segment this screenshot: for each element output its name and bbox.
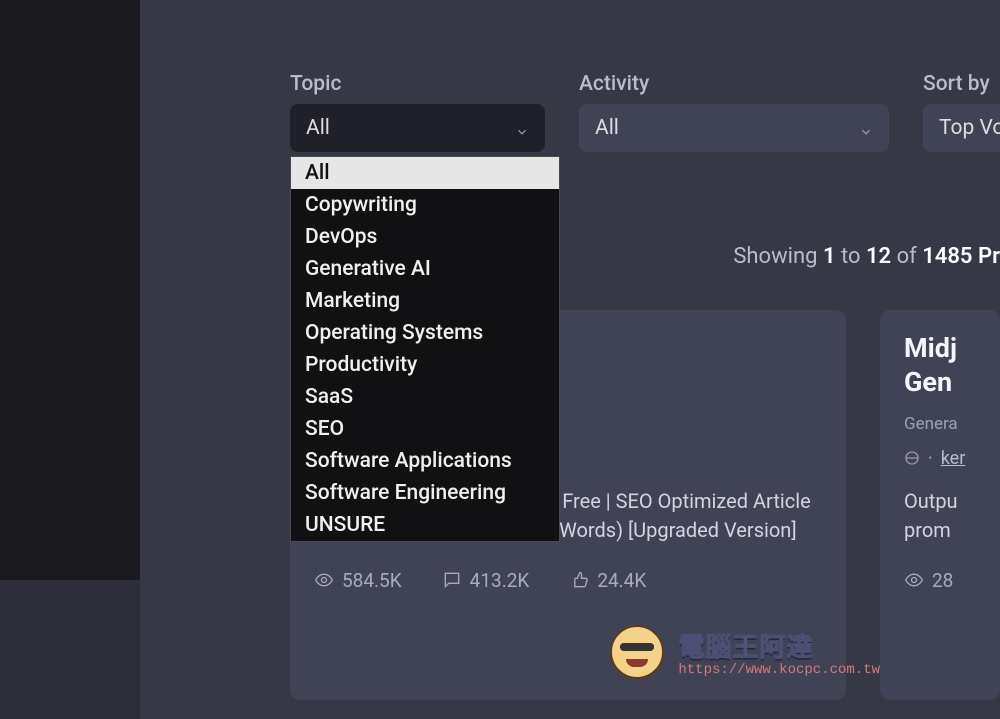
topic-option-software-applications[interactable]: Software Applications — [291, 445, 559, 477]
side-category: Genera — [904, 414, 976, 434]
result-to: 12 — [866, 244, 891, 269]
side-desc-l1: Outpu — [904, 489, 958, 513]
result-suffix: Pr — [973, 244, 1000, 269]
result-total: 1485 — [922, 244, 972, 269]
activity-label: Activity — [579, 72, 889, 96]
globe-icon — [904, 450, 920, 466]
views-value: 584.5K — [342, 569, 402, 592]
views-stat: 584.5K — [314, 569, 402, 592]
topic-option-productivity[interactable]: Productivity — [291, 349, 559, 381]
topic-option-unsure[interactable]: UNSURE — [291, 509, 559, 541]
comments-value: 413.2K — [470, 569, 530, 592]
activity-select-value: All — [595, 116, 619, 140]
side-title: Midj Gen — [904, 332, 976, 400]
side-desc-l2: prom — [904, 518, 951, 542]
result-mid: to — [836, 244, 866, 269]
filter-sort: Sort by Top Vote — [923, 72, 1000, 152]
result-from: 1 — [823, 244, 836, 269]
topic-dropdown[interactable]: All Copywriting DevOps Generative AI Mar… — [290, 156, 560, 542]
sort-select-value: Top Vote — [939, 116, 1000, 140]
side-sep: · — [928, 448, 933, 469]
chat-icon — [442, 570, 462, 590]
side-meta: · ker — [904, 448, 976, 469]
result-of: of — [891, 244, 922, 269]
likes-value: 24.4K — [597, 569, 646, 592]
sort-select[interactable]: Top Vote — [923, 104, 1000, 152]
topic-select-value: All — [306, 116, 330, 140]
topic-option-operating-systems[interactable]: Operating Systems — [291, 317, 559, 349]
result-prefix: Showing — [733, 244, 823, 269]
comments-stat: 413.2K — [442, 569, 530, 592]
side-author[interactable]: ker — [941, 448, 966, 469]
sort-label: Sort by — [923, 72, 1000, 96]
activity-select[interactable]: All — [579, 104, 889, 152]
topic-option-generative-ai[interactable]: Generative AI — [291, 253, 559, 285]
eye-icon — [314, 570, 334, 590]
filter-activity: Activity All — [579, 72, 889, 152]
side-title-l1: Midj — [904, 332, 957, 364]
filter-bar: Topic All All Copywriting DevOps Generat… — [290, 72, 1000, 152]
prompt-stats: 584.5K 413.2K 24.4K — [314, 569, 822, 592]
likes-stat: 24.4K — [569, 569, 646, 592]
topic-select[interactable]: All — [290, 104, 545, 152]
topic-option-devops[interactable]: DevOps — [291, 221, 559, 253]
filter-topic: Topic All All Copywriting DevOps Generat… — [290, 72, 545, 152]
chevron-down-icon — [859, 121, 873, 135]
topic-label: Topic — [290, 72, 545, 96]
topic-option-all[interactable]: All — [291, 157, 559, 189]
topic-option-marketing[interactable]: Marketing — [291, 285, 559, 317]
topic-option-saas[interactable]: SaaS — [291, 381, 559, 413]
prompt-card-side[interactable]: Midj Gen Genera · ker Outpu prom — [880, 310, 1000, 700]
eye-icon — [904, 570, 924, 590]
left-sidebar — [0, 0, 140, 580]
thumbs-up-icon — [569, 570, 589, 590]
result-count: Showing 1 to 12 of 1485 Pr — [733, 244, 1000, 269]
topic-option-software-engineering[interactable]: Software Engineering — [291, 477, 559, 509]
side-views-value: 28 — [932, 569, 953, 592]
chevron-down-icon — [515, 121, 529, 135]
main-content: Topic All All Copywriting DevOps Generat… — [140, 0, 1000, 719]
topic-option-seo[interactable]: SEO — [291, 413, 559, 445]
side-desc: Outpu prom — [904, 487, 976, 545]
side-views-stat: 28 — [904, 569, 953, 592]
side-title-l2: Gen — [904, 366, 952, 398]
side-stats: 28 — [904, 569, 976, 592]
topic-option-copywriting[interactable]: Copywriting — [291, 189, 559, 221]
